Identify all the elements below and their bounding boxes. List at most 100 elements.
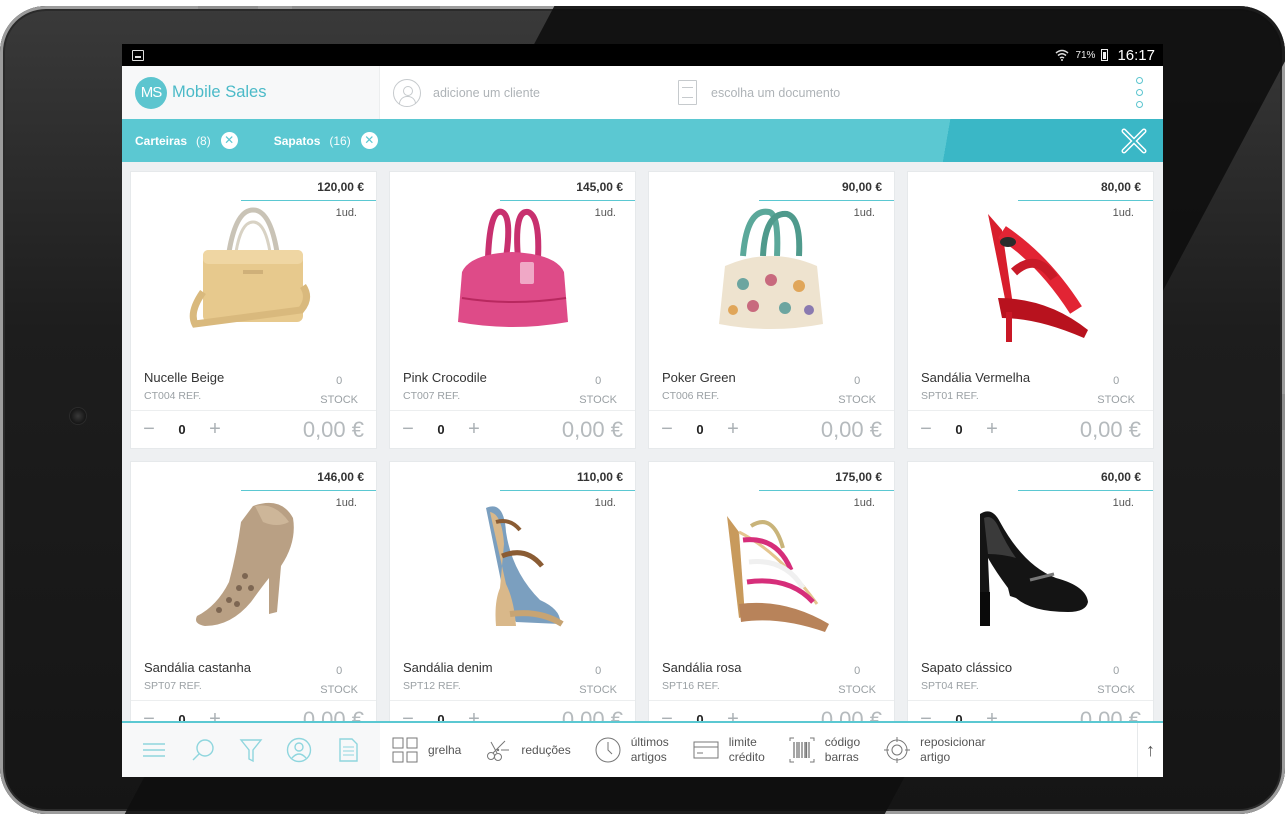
product-price: 146,00 € (241, 462, 376, 491)
choose-document-label: escolha um documento (711, 85, 841, 100)
user-icon[interactable] (286, 737, 312, 763)
product-card[interactable]: 80,00 € 1ud. Sandália Vermelha SPT01 REF… (908, 172, 1153, 448)
toolbar-recent-items-button[interactable]: últimos artigos (583, 735, 669, 765)
product-reference: SPT04 REF. (921, 680, 979, 692)
product-name: Pink Crocodile (403, 370, 487, 385)
decrease-quantity-button[interactable]: − (139, 418, 159, 441)
toolbar-credit-limit-button[interactable]: limite crédito (681, 735, 765, 765)
scroll-up-icon[interactable]: ↑ (1137, 723, 1163, 777)
increase-quantity-button[interactable]: + (723, 418, 743, 441)
stock-value: 0 (1113, 375, 1120, 387)
product-stock: 0 STOCK (838, 662, 876, 700)
product-unit: 1ud. (853, 207, 875, 219)
stock-label: STOCK (579, 394, 617, 406)
more-options-icon[interactable] (1136, 77, 1143, 108)
stock-value: 0 (854, 375, 861, 387)
volume-button-2 (292, 6, 440, 9)
product-stock: 0 STOCK (320, 372, 358, 410)
product-reference: SPT07 REF. (144, 680, 202, 692)
filter-icon[interactable] (238, 737, 264, 763)
clock-icon (595, 737, 621, 763)
product-reference: CT006 REF. (662, 390, 720, 402)
product-unit: 1ud. (1112, 207, 1134, 219)
decrease-quantity-button[interactable]: − (398, 418, 418, 441)
product-name: Sandália rosa (662, 660, 742, 675)
product-card[interactable]: 175,00 € 1ud. Sandália rosa SPT16 REF. 0… (649, 462, 894, 738)
document-icon[interactable] (335, 737, 361, 763)
toolbar-reposition-button[interactable]: reposicionar artigo (872, 735, 986, 765)
product-card[interactable]: 110,00 € 1ud. Sandália denim SPT12 REF. … (390, 462, 635, 738)
increase-quantity-button[interactable]: + (982, 418, 1002, 441)
target-icon (884, 737, 911, 763)
battery-percent: 71% (1075, 49, 1096, 61)
filter-bar: Carteiras (8) ✕ Sapatos (16) ✕ (122, 119, 1163, 162)
product-reference: CT007 REF. (403, 390, 461, 402)
app-logo: MS (135, 76, 167, 109)
quantity-value[interactable]: 0 (936, 422, 982, 437)
stock-value: 0 (854, 665, 861, 677)
product-price: 80,00 € (1018, 172, 1153, 201)
product-card[interactable]: 145,00 € 1ud. Pink Crocodile CT007 REF. … (390, 172, 635, 448)
product-image[interactable] (181, 492, 326, 642)
product-price: 60,00 € (1018, 462, 1153, 491)
toolbar-discounts-button[interactable]: reduções (473, 737, 571, 763)
toolbar-nav (122, 723, 380, 777)
product-image[interactable] (181, 202, 326, 352)
product-name: Nucelle Beige (144, 370, 225, 385)
quantity-value[interactable]: 0 (159, 422, 205, 437)
product-image[interactable] (440, 492, 585, 642)
grid-icon (392, 737, 418, 763)
product-stock: 0 STOCK (1097, 662, 1135, 700)
add-client-button[interactable]: adicione um cliente (393, 78, 678, 107)
decrease-quantity-button[interactable]: − (657, 418, 677, 441)
product-reference: SPT16 REF. (662, 680, 720, 692)
toolbar-barcode-button[interactable]: código barras (777, 735, 860, 765)
stock-label: STOCK (1097, 684, 1135, 696)
product-card[interactable]: 90,00 € 1ud. Poker Green CT006 REF. 0 ST… (649, 172, 894, 448)
line-total: 0,00 € (820, 416, 882, 442)
line-total: 0,00 € (302, 416, 364, 442)
product-unit: 1ud. (335, 497, 357, 509)
product-name: Sapato clássico (921, 660, 1013, 675)
product-name: Sandália denim (403, 660, 493, 675)
toolbar-label: reduções (521, 742, 571, 757)
product-image[interactable] (958, 492, 1103, 642)
product-image[interactable] (699, 202, 844, 352)
product-card[interactable]: 60,00 € 1ud. Sapato clássico SPT04 REF. … (908, 462, 1153, 738)
document-icon (678, 80, 697, 105)
stock-label: STOCK (838, 394, 876, 406)
product-card[interactable]: 146,00 € 1ud. Sandália castanha SPT07 RE… (131, 462, 376, 738)
choose-document-button[interactable]: escolha um documento (678, 80, 840, 105)
remove-filter-icon[interactable]: ✕ (360, 132, 378, 149)
product-stock: 0 STOCK (1097, 372, 1135, 410)
product-stock: 0 STOCK (579, 662, 617, 700)
remove-filter-icon[interactable]: ✕ (220, 132, 238, 149)
product-unit: 1ud. (1112, 497, 1134, 509)
product-stock: 0 STOCK (320, 662, 358, 700)
product-image[interactable] (699, 492, 844, 642)
app-name: Mobile Sales (172, 83, 267, 101)
quantity-stepper: − 0 + 0,00 € (390, 410, 635, 448)
clear-filters-icon[interactable] (1121, 128, 1147, 154)
increase-quantity-button[interactable]: + (205, 418, 225, 441)
product-image[interactable] (958, 202, 1103, 352)
toolbar-grid-button[interactable]: grelha (380, 737, 461, 763)
product-image[interactable] (440, 202, 585, 352)
card-icon (693, 741, 719, 759)
decrease-quantity-button[interactable]: − (916, 418, 936, 441)
toolbar-label: reposicionar artigo (920, 735, 986, 764)
search-icon[interactable] (190, 737, 216, 763)
battery-icon (1101, 49, 1109, 61)
increase-quantity-button[interactable]: + (464, 418, 484, 441)
menu-icon[interactable] (141, 737, 167, 763)
toolbar-label: grelha (428, 742, 462, 757)
quantity-value[interactable]: 0 (418, 422, 464, 437)
product-reference: SPT01 REF. (921, 390, 979, 402)
stock-value: 0 (336, 375, 343, 387)
line-total: 0,00 € (561, 416, 623, 442)
filter-count: (16) (329, 133, 351, 148)
quantity-value[interactable]: 0 (677, 422, 723, 437)
product-name: Poker Green (662, 370, 736, 385)
product-card[interactable]: 120,00 € 1ud. Nucelle Beige CT004 REF. 0… (131, 172, 376, 448)
add-client-label: adicione um cliente (433, 85, 541, 100)
